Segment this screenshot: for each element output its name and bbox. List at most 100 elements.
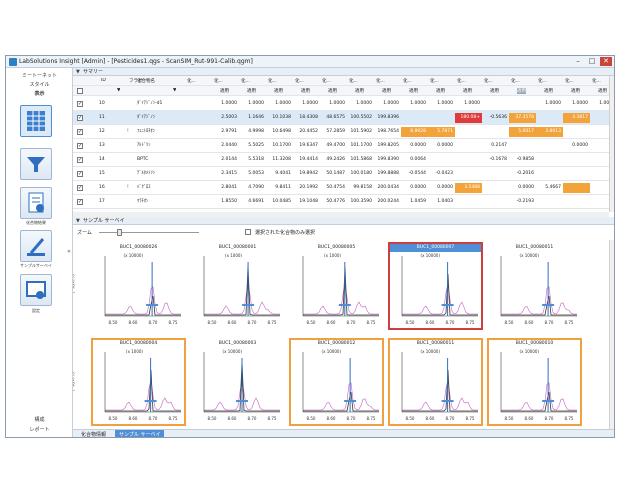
table-row[interactable]: ✓ 12! ﾌｪﾆﾄﾛﾁｵﾝ 2.9791 4.9998 10.6498 20.4452 57… bbox=[73, 125, 609, 139]
column-header[interactable]: ID bbox=[101, 78, 106, 83]
sample-survey-button[interactable] bbox=[20, 230, 52, 262]
zoom-slider-track[interactable] bbox=[99, 232, 199, 233]
row-checkbox[interactable]: ✓ bbox=[77, 115, 83, 121]
column-header[interactable]: 化... bbox=[322, 78, 331, 84]
filter-dropdown-icon[interactable]: ▼ bbox=[117, 88, 120, 93]
chromatogram-tile[interactable]: BUC1_00080026 (x 10000) 8.50 8.60 8.70 8.75 bbox=[91, 242, 186, 330]
table-cell: 19.6347 bbox=[299, 143, 318, 148]
grid-view-button[interactable] bbox=[20, 105, 52, 137]
row-flag bbox=[127, 99, 135, 109]
table-cell: 1.0000 bbox=[545, 101, 561, 106]
tiles-scrollbar[interactable] bbox=[609, 240, 614, 429]
column-header[interactable]: 化... bbox=[538, 78, 547, 84]
table-cell: 0.0000 bbox=[410, 185, 426, 190]
chromatogram-tile[interactable]: BUC1_00080012 (x 10000) 8.50 8.60 8.70 8.75 bbox=[289, 338, 384, 426]
table-row[interactable]: ✓ 11 ﾀﾞｲｱｼﾞﾉﾝ 2.5003 1.1646 10.1038 18.4308 48.… bbox=[73, 111, 609, 125]
column-header[interactable]: 化... bbox=[403, 78, 412, 84]
x-tick-label: 8.70 bbox=[248, 320, 257, 325]
grid-scrollbar[interactable] bbox=[609, 76, 614, 212]
row-checkbox[interactable]: ✓ bbox=[77, 157, 83, 163]
chromatogram-tile[interactable]: BUC1_00080010 (x 10000) 8.50 8.60 8.70 8.75 bbox=[487, 338, 582, 426]
table-row[interactable]: ✓ 17 ﾏﾗﾁｵﾝ 1.8550 4.6691 10.0485 19.1048 50.477… bbox=[73, 195, 609, 209]
table-cell: 0.0000 bbox=[518, 185, 534, 190]
table-row[interactable]: ✓ 14 BPTC 2.0144 5.5318 11.3208 19.4414 49.2426… bbox=[73, 153, 609, 167]
zoom-slider-thumb[interactable] bbox=[117, 229, 122, 236]
column-header[interactable]: 化... bbox=[376, 78, 385, 84]
column-subheader: 適用 bbox=[598, 89, 607, 94]
chromatogram-tile[interactable]: BUC1_00080001 (x 1000) 8.50 8.60 8.70 8.75 bbox=[190, 242, 285, 330]
summary-grid[interactable]: ID フラグ 化合物名 化... 化... 化... 化... 化... 化... 化... 化..… bbox=[73, 76, 609, 212]
row-checkbox[interactable]: ✓ bbox=[77, 171, 83, 177]
table-cell bbox=[455, 141, 482, 151]
column-header[interactable]: 化... bbox=[187, 78, 196, 84]
table-row[interactable]: ✓ 13 ｱﾙﾄﾞﾘﾝ 2.0440 5.5025 10.1700 19.6347 49.47… bbox=[73, 139, 609, 153]
select-all-checkbox[interactable] bbox=[77, 88, 83, 94]
tab-sample-survey[interactable]: サンプル サーベイ bbox=[115, 430, 165, 437]
row-checkbox[interactable]: ✓ bbox=[77, 143, 83, 149]
column-header[interactable]: 化... bbox=[511, 78, 520, 84]
table-cell: 10.6498 bbox=[272, 129, 291, 134]
table-cell: 180.08+ bbox=[455, 113, 482, 123]
column-header[interactable]: 化... bbox=[295, 78, 304, 84]
table-row[interactable]: ✓ 15 ﾃﾞﾙﾀﾒﾄﾘﾝ 2.3415 5.0053 9.4041 19.8942 50.1… bbox=[73, 167, 609, 181]
chromatogram-tile[interactable]: BUC1_00080011 (x 10000) 8.50 8.60 8.70 8.75 bbox=[487, 242, 582, 330]
chromatogram-tile[interactable]: BUC1_00080005 (x 1000) 8.50 8.60 8.70 8.75 bbox=[289, 242, 384, 330]
column-header[interactable]: 化... bbox=[484, 78, 493, 84]
column-header[interactable]: 化... bbox=[268, 78, 277, 84]
chromatogram-tile[interactable]: BUC1_00080003 (x 10000) 8.50 8.60 8.70 8.75 bbox=[190, 338, 285, 426]
sidebar-link-tree[interactable]: ミートーネット bbox=[6, 72, 73, 79]
column-subheader: 適用 bbox=[463, 89, 472, 94]
column-header[interactable]: 化... bbox=[565, 78, 574, 84]
tab-compound-info[interactable]: 化合物情報 bbox=[77, 430, 110, 437]
reference-trace bbox=[105, 286, 181, 315]
x-tick-label: 8.75 bbox=[169, 416, 178, 421]
column-header[interactable]: 化... bbox=[214, 78, 223, 84]
summary-panel-header[interactable]: ▼ サマリー bbox=[73, 68, 614, 76]
column-subheader: 適用 bbox=[247, 89, 256, 94]
row-checkbox[interactable]: ✓ bbox=[77, 185, 83, 191]
column-header[interactable]: 化合物名 bbox=[137, 78, 155, 84]
sidebar-link-config[interactable]: 構成 bbox=[6, 416, 73, 423]
settings-button[interactable] bbox=[20, 274, 52, 306]
chromatogram-tile[interactable]: BUC1_00080004 (x 1000) 8.50 8.60 8.70 8.75 bbox=[91, 338, 186, 426]
microscope-icon bbox=[27, 238, 45, 256]
filter-button[interactable] bbox=[20, 148, 52, 180]
sidebar-link-view[interactable]: 表示 bbox=[6, 90, 73, 97]
selected-only-checkbox[interactable] bbox=[245, 229, 251, 235]
close-button[interactable]: ✕ bbox=[600, 57, 612, 66]
table-cell bbox=[482, 169, 509, 179]
column-header[interactable]: 化... bbox=[592, 78, 601, 84]
column-header[interactable]: 化... bbox=[349, 78, 358, 84]
sidebar-link-report[interactable]: レポート bbox=[6, 426, 73, 433]
row-checkbox[interactable]: ✓ bbox=[77, 199, 83, 205]
report-button[interactable] bbox=[20, 187, 52, 219]
column-header[interactable]: 化... bbox=[430, 78, 439, 84]
sidebar-link-style[interactable]: スタイル bbox=[6, 81, 73, 88]
table-row[interactable]: ✓ 10 ﾀﾞｲｱｼﾞﾉﾝ-d1 1.0000 1.0000 1.0000 1.0000 1.… bbox=[73, 97, 609, 111]
collapse-triangle-icon[interactable]: ▼ bbox=[76, 217, 80, 225]
column-subheader: 適用 bbox=[220, 89, 229, 94]
collapse-sidebar-icon[interactable]: « bbox=[67, 248, 71, 255]
main-trace bbox=[402, 370, 478, 412]
minimize-button[interactable]: – bbox=[572, 57, 584, 66]
filter-dropdown-icon[interactable]: ▼ bbox=[173, 88, 176, 93]
table-cell bbox=[590, 197, 609, 207]
row-checkbox[interactable]: ✓ bbox=[77, 101, 83, 107]
table-row[interactable]: ✓ 16! ﾊﾞｸﾞﾛｽ 2.8041 4.7090 9.8411 20.1992 50.47… bbox=[73, 181, 609, 195]
table-cell: 10.0485 bbox=[272, 199, 291, 204]
table-cell bbox=[455, 127, 482, 137]
column-header[interactable]: 化... bbox=[457, 78, 466, 84]
chromatogram-tile[interactable]: BUC1_00080011 (x 10000) 8.50 8.60 8.70 8.75 bbox=[388, 338, 483, 426]
maximize-button[interactable]: □ bbox=[586, 57, 598, 66]
row-checkbox[interactable]: ✓ bbox=[77, 129, 83, 135]
table-cell: 18.4308 bbox=[299, 115, 318, 120]
column-header[interactable]: 化... bbox=[241, 78, 250, 84]
y-scale-label: (x 10000) bbox=[421, 349, 441, 354]
y-scale-label: (x 1000) bbox=[324, 253, 341, 258]
survey-panel-header[interactable]: ▼ サンプル サーベイ bbox=[73, 217, 614, 225]
table-cell: 199.8205 bbox=[377, 143, 399, 148]
collapse-triangle-icon[interactable]: ▼ bbox=[76, 68, 80, 76]
chromatogram-tile[interactable]: BUC1_00080007 (x 10000) 8.50 8.60 8.70 8.75 bbox=[388, 242, 483, 330]
chromatogram-plot: (x 10000) 8.50 8.60 8.70 8.75 bbox=[302, 349, 379, 421]
table-cell bbox=[455, 197, 482, 207]
